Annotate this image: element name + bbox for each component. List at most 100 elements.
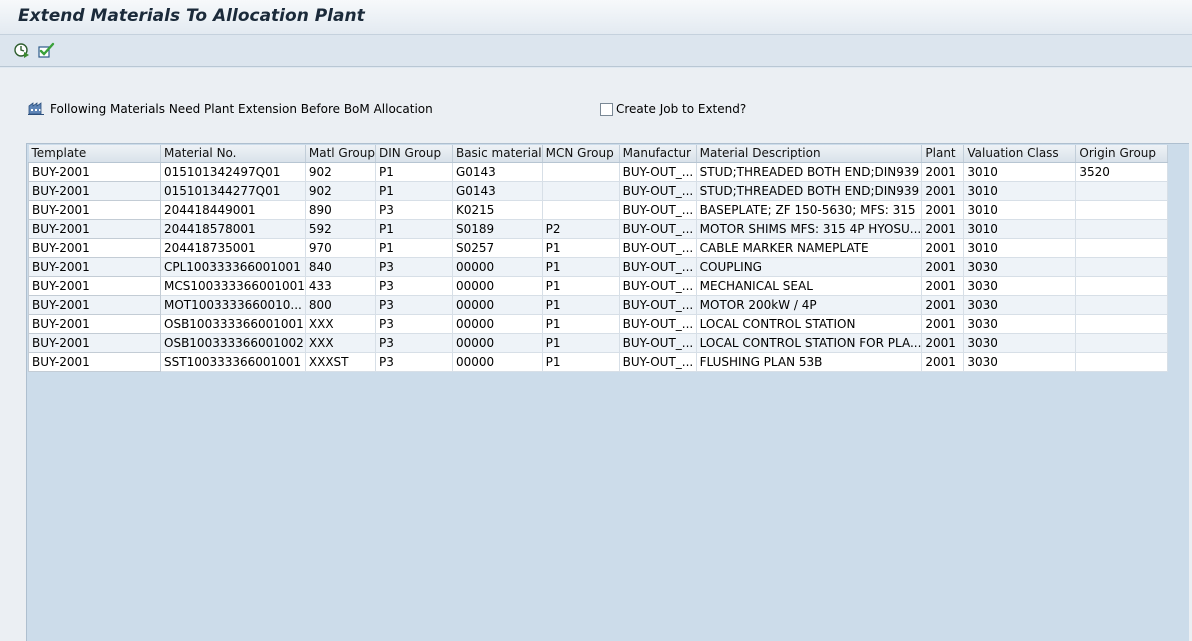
col-header-din-group[interactable]: DIN Group bbox=[375, 145, 453, 163]
origin-group-cell bbox=[1075, 219, 1169, 239]
material-description-cell: MOTOR SHIMS MFS: 315 4P HYOSU... bbox=[696, 219, 923, 239]
template-cell[interactable]: BUY-2001 bbox=[28, 313, 161, 334]
valuation-class-cell: 3010 bbox=[963, 181, 1077, 201]
plant-cell: 2001 bbox=[921, 219, 965, 239]
create-job-checkbox-row[interactable]: Create Job to Extend? bbox=[600, 100, 746, 118]
matl-group-cell: 902 bbox=[305, 162, 376, 182]
din-group-cell: P1 bbox=[375, 219, 453, 239]
manufacturer-cell: BUY-OUT_... bbox=[619, 162, 697, 182]
din-group-cell: P1 bbox=[375, 181, 453, 201]
col-header-origin-group[interactable]: Origin Group bbox=[1075, 145, 1169, 163]
col-header-manufacturer[interactable]: Manufactur bbox=[619, 145, 697, 163]
page-title: Extend Materials To Allocation Plant bbox=[18, 6, 365, 26]
basic-material-cell: G0143 bbox=[452, 162, 543, 182]
material-description-cell: FLUSHING PLAN 53B bbox=[696, 352, 923, 372]
title-bar: Extend Materials To Allocation Plant bbox=[0, 0, 1192, 35]
mcn-group-cell: P1 bbox=[542, 314, 620, 334]
material-no-cell: 204418449001 bbox=[160, 200, 306, 220]
basic-material-cell: G0143 bbox=[452, 181, 543, 201]
col-header-mcn-group[interactable]: MCN Group bbox=[542, 145, 620, 163]
table-row[interactable]: BUY-2001 MOT1003333660010... 800 P3 00000 P1 B… bbox=[28, 294, 1169, 315]
material-no-cell: SST100333366001001 bbox=[160, 352, 306, 372]
table-row[interactable]: BUY-2001 OSB100333366001002 XXX P3 00000 P1 BU… bbox=[28, 332, 1169, 353]
table-row[interactable]: BUY-2001 CPL100333366001001 840 P3 00000 P1 BU… bbox=[28, 256, 1169, 277]
template-cell[interactable]: BUY-2001 bbox=[28, 351, 161, 372]
material-no-cell: MCS100333366001001 bbox=[160, 276, 306, 296]
material-description-cell: STUD;THREADED BOTH END;DIN939 bbox=[696, 181, 923, 201]
din-group-cell: P3 bbox=[375, 333, 453, 353]
table-row[interactable]: BUY-2001 MCS100333366001001 433 P3 00000 P1 BU… bbox=[28, 275, 1169, 296]
material-no-cell: MOT1003333660010... bbox=[160, 295, 306, 315]
mcn-group-cell: P1 bbox=[542, 295, 620, 315]
info-message: Following Materials Need Plant Extension… bbox=[28, 100, 433, 118]
check-approve-icon[interactable] bbox=[37, 41, 55, 59]
template-cell[interactable]: BUY-2001 bbox=[28, 294, 161, 315]
mcn-group-cell: P1 bbox=[542, 238, 620, 258]
material-description-cell: LOCAL CONTROL STATION bbox=[696, 314, 923, 334]
plant-cell: 2001 bbox=[921, 257, 965, 277]
manufacturer-cell: BUY-OUT_... bbox=[619, 314, 697, 334]
mcn-group-cell: P1 bbox=[542, 352, 620, 372]
matl-group-cell: 840 bbox=[305, 257, 376, 277]
plant-cell: 2001 bbox=[921, 238, 965, 258]
template-cell[interactable]: BUY-2001 bbox=[28, 256, 161, 277]
valuation-class-cell: 3010 bbox=[963, 238, 1077, 258]
valuation-class-cell: 3010 bbox=[963, 162, 1077, 182]
valuation-class-cell: 3030 bbox=[963, 333, 1077, 353]
col-header-material-description[interactable]: Material Description bbox=[696, 145, 923, 163]
materials-table: Template Material No. Matl Group DIN Gro… bbox=[28, 145, 1169, 372]
template-cell[interactable]: BUY-2001 bbox=[28, 332, 161, 353]
table-row[interactable]: BUY-2001 204418449001 890 P3 K0215 BUY-OUT_..… bbox=[28, 199, 1169, 220]
plant-cell: 2001 bbox=[921, 181, 965, 201]
template-cell[interactable]: BUY-2001 bbox=[28, 161, 161, 182]
col-header-matl-group[interactable]: Matl Group bbox=[305, 145, 376, 163]
mcn-group-cell bbox=[542, 181, 620, 201]
manufacturer-cell: BUY-OUT_... bbox=[619, 333, 697, 353]
col-header-material-no[interactable]: Material No. bbox=[160, 145, 306, 163]
origin-group-cell bbox=[1075, 314, 1169, 334]
material-no-cell: 015101342497Q01 bbox=[160, 162, 306, 182]
template-cell[interactable]: BUY-2001 bbox=[28, 237, 161, 258]
basic-material-cell: K0215 bbox=[452, 200, 543, 220]
origin-group-cell bbox=[1075, 257, 1169, 277]
basic-material-cell: 00000 bbox=[452, 257, 543, 277]
material-no-cell: 204418578001 bbox=[160, 219, 306, 239]
template-cell[interactable]: BUY-2001 bbox=[28, 218, 161, 239]
valuation-class-cell: 3010 bbox=[963, 219, 1077, 239]
table-row[interactable]: BUY-2001 015101344277Q01 902 P1 G0143 BUY-OUT… bbox=[28, 180, 1169, 201]
table-row[interactable]: BUY-2001 204418735001 970 P1 S0257 P1 BUY-OUT_… bbox=[28, 237, 1169, 258]
basic-material-cell: S0257 bbox=[452, 238, 543, 258]
execute-clock-icon[interactable] bbox=[13, 41, 31, 59]
template-cell[interactable]: BUY-2001 bbox=[28, 275, 161, 296]
table-row[interactable]: BUY-2001 015101342497Q01 902 P1 G0143 BUY-OUT… bbox=[28, 161, 1169, 182]
din-group-cell: P3 bbox=[375, 314, 453, 334]
valuation-class-cell: 3030 bbox=[963, 257, 1077, 277]
din-group-cell: P1 bbox=[375, 238, 453, 258]
plant-cell: 2001 bbox=[921, 333, 965, 353]
mcn-group-cell: P1 bbox=[542, 333, 620, 353]
table-row[interactable]: BUY-2001 204418578001 592 P1 S0189 P2 BUY-OUT_… bbox=[28, 218, 1169, 239]
create-job-checkbox[interactable] bbox=[600, 102, 613, 116]
matl-group-cell: 592 bbox=[305, 219, 376, 239]
manufacturer-cell: BUY-OUT_... bbox=[619, 352, 697, 372]
col-header-template[interactable]: Template bbox=[28, 145, 161, 163]
col-header-valuation-class[interactable]: Valuation Class bbox=[963, 145, 1077, 163]
template-cell[interactable]: BUY-2001 bbox=[28, 199, 161, 220]
table-row[interactable]: BUY-2001 SST100333366001001 XXXST P3 00000 P1… bbox=[28, 351, 1169, 372]
col-header-plant[interactable]: Plant bbox=[921, 145, 965, 163]
manufacturer-cell: BUY-OUT_... bbox=[619, 200, 697, 220]
plant-cell: 2001 bbox=[921, 352, 965, 372]
material-description-cell: CABLE MARKER NAMEPLATE bbox=[696, 238, 923, 258]
template-cell[interactable]: BUY-2001 bbox=[28, 180, 161, 201]
manufacturer-cell: BUY-OUT_... bbox=[619, 295, 697, 315]
material-no-cell: OSB100333366001002 bbox=[160, 333, 306, 353]
basic-material-cell: S0189 bbox=[452, 219, 543, 239]
header-row: Template Material No. Matl Group DIN Gro… bbox=[28, 145, 1169, 163]
valuation-class-cell: 3030 bbox=[963, 295, 1077, 315]
create-job-label: Create Job to Extend? bbox=[616, 102, 747, 116]
material-no-cell: 204418735001 bbox=[160, 238, 306, 258]
table-row[interactable]: BUY-2001 OSB100333366001001 XXX P3 00000 P1 BU… bbox=[28, 313, 1169, 334]
valuation-class-cell: 3030 bbox=[963, 276, 1077, 296]
material-no-cell: 015101344277Q01 bbox=[160, 181, 306, 201]
col-header-basic-material[interactable]: Basic material bbox=[452, 145, 543, 163]
